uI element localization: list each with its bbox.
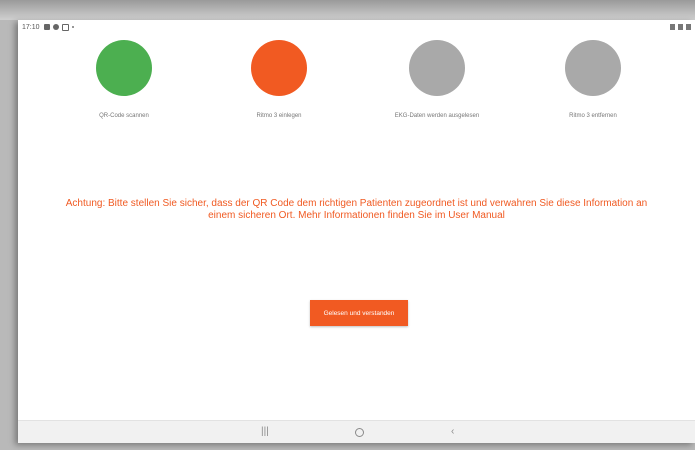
more-dot-icon xyxy=(71,26,74,28)
home-icon[interactable] xyxy=(355,428,364,437)
recents-icon[interactable]: ||| xyxy=(261,426,269,437)
step-label: EKG-Daten werden ausgelesen xyxy=(394,113,480,119)
progress-steps: QR-Code scannen Ritmo 3 einlegen EKG-Dat… xyxy=(18,40,695,140)
step-label: Ritmo 3 einlegen xyxy=(256,113,302,119)
gallery-icon xyxy=(43,24,50,30)
notification-icons xyxy=(43,23,74,31)
status-time: 17:10 xyxy=(22,23,40,31)
system-status-icons xyxy=(670,24,691,30)
step-indicator-done xyxy=(96,40,152,96)
confirm-read-button[interactable]: Gelesen und verstanden xyxy=(310,300,408,326)
background-shadow xyxy=(0,0,695,20)
wifi-icon xyxy=(678,24,683,30)
status-bar: 17:10 xyxy=(18,20,695,34)
settings-icon xyxy=(52,24,59,30)
step-label: Ritmo 3 entfernen xyxy=(569,113,617,119)
step-qr-scan: QR-Code scannen xyxy=(49,40,199,119)
step-read-ecg: EKG-Daten werden ausgelesen xyxy=(362,40,512,119)
step-indicator-pending xyxy=(565,40,621,96)
step-insert-ritmo: Ritmo 3 einlegen xyxy=(204,40,354,119)
screenshot-icon xyxy=(61,23,69,31)
battery-icon xyxy=(686,24,691,30)
back-icon[interactable]: ‹ xyxy=(451,426,454,437)
step-label: QR-Code scannen xyxy=(99,113,149,119)
navigation-bar: ||| ‹ xyxy=(18,420,695,443)
step-remove-ritmo: Ritmo 3 entfernen xyxy=(518,40,668,119)
mute-icon xyxy=(670,24,675,30)
step-indicator-pending xyxy=(409,40,465,96)
step-indicator-active xyxy=(251,40,307,96)
warning-line: einem sicheren Ort. Mehr Informationen f… xyxy=(208,210,505,221)
warning-line: Achtung: Bitte stellen Sie sicher, dass … xyxy=(65,198,648,209)
warning-message: Achtung: Bitte stellen Sie sicher, dass … xyxy=(28,198,685,222)
tablet-screen: 17:10 QR-Code scannen Ritmo 3 einlegen E… xyxy=(18,20,695,443)
